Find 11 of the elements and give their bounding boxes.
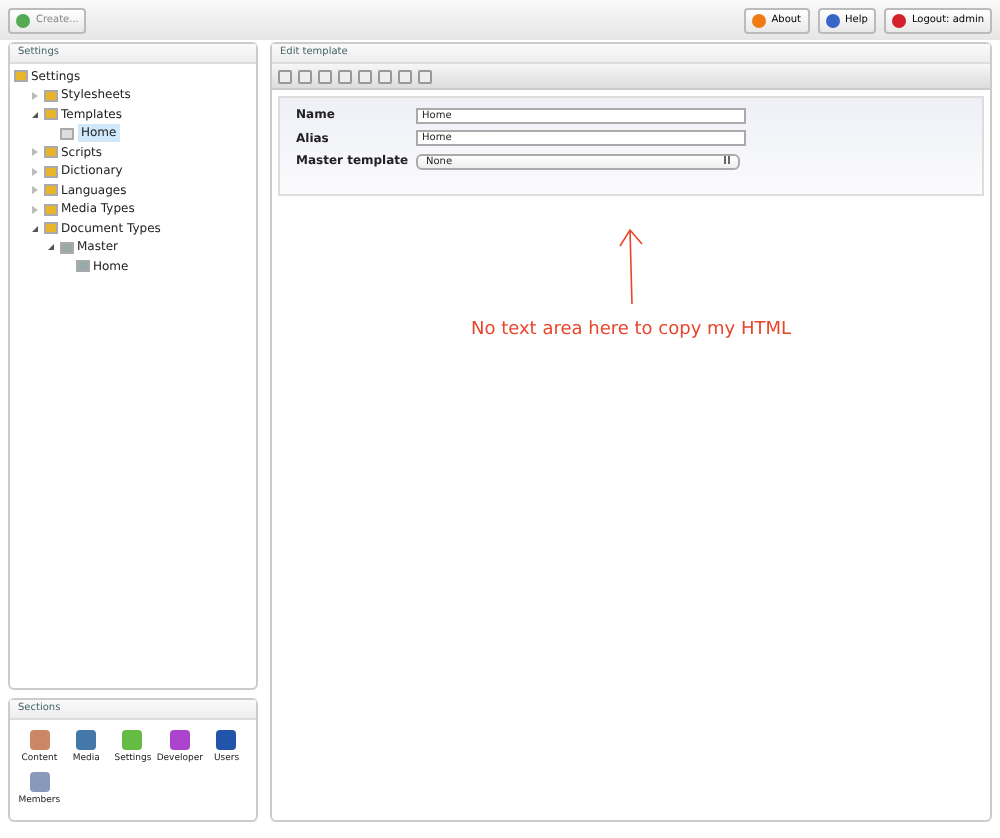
collapse-icon[interactable]: [47, 244, 53, 251]
page-icon: [59, 127, 73, 140]
annotation-text: No text area here to copy my HTML: [470, 317, 792, 343]
expand-icon[interactable]: [31, 167, 37, 176]
expand-icon[interactable]: [31, 148, 37, 157]
collapse-icon[interactable]: [31, 225, 37, 232]
expand-icon[interactable]: [31, 205, 37, 214]
expand-icon[interactable]: [31, 91, 37, 100]
collapse-icon[interactable]: [31, 111, 37, 118]
arrow-drawing: [617, 225, 645, 305]
expand-icon[interactable]: [31, 186, 37, 195]
